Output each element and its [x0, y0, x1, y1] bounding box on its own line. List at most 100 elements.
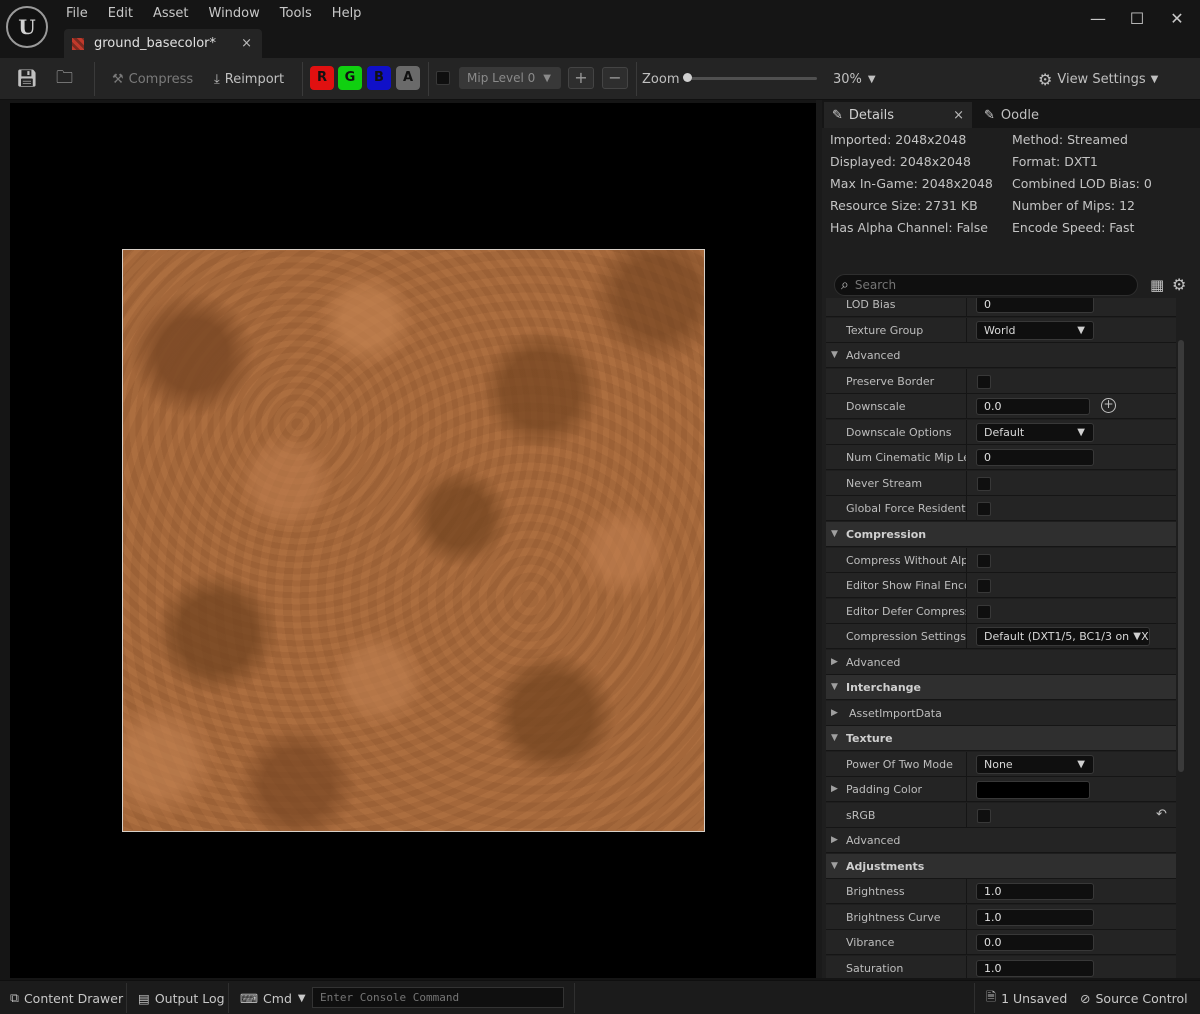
- menu-help[interactable]: Help: [322, 0, 372, 28]
- zoom-slider-handle[interactable]: [683, 73, 692, 82]
- expanded-arrow-icon: ▼: [831, 682, 838, 692]
- collapsed-arrow-icon: ▶: [831, 835, 838, 845]
- never-stream-checkbox[interactable]: [977, 477, 991, 491]
- zoom-label: Zoom: [642, 71, 680, 87]
- prop-srgb: sRGB ↶: [826, 803, 1176, 828]
- menu-window[interactable]: Window: [199, 0, 270, 28]
- mip-level-dropdown[interactable]: Mip Level 0 ▼: [459, 67, 561, 89]
- browse-icon[interactable]: 🗀︎: [56, 58, 73, 100]
- mip-decrease-button[interactable]: −: [602, 67, 628, 89]
- reimport-button[interactable]: ⤓ Reimport: [214, 58, 284, 100]
- toolbar: 💾︎ 🗀︎ ⚒ Compress ⤓ Reimport R G B A Mip …: [0, 58, 1200, 100]
- texture-info: Imported: 2048x2048 Displayed: 2048x2048…: [822, 128, 1200, 268]
- zoom-slider[interactable]: [687, 77, 817, 80]
- category-texture[interactable]: ▼ Texture: [826, 726, 1176, 751]
- editor-show-final-encode-checkbox[interactable]: [977, 579, 991, 593]
- source-control-button[interactable]: ⊘ Source Control: [1080, 981, 1188, 1014]
- cmd-dropdown[interactable]: ⌨ Cmd ▼: [240, 981, 306, 1014]
- menu-bar: File Edit Asset Window Tools Help: [56, 0, 371, 28]
- prop-brightness: Brightness 1.0: [826, 879, 1176, 904]
- content-drawer-button[interactable]: ⧉ Content Drawer: [10, 981, 123, 1014]
- tab-details[interactable]: ✎ Details ×: [824, 102, 972, 128]
- expanded-arrow-icon: ▼: [831, 350, 838, 360]
- collapsed-arrow-icon[interactable]: ▶: [831, 777, 838, 802]
- details-scrollbar[interactable]: [1178, 340, 1184, 772]
- info-displayed: Displayed: 2048x2048: [830, 154, 971, 169]
- lod-bias-field[interactable]: 0: [976, 298, 1094, 313]
- menu-edit[interactable]: Edit: [98, 0, 143, 28]
- prop-downscale: Downscale 0.0 +: [826, 394, 1176, 419]
- texture-preview: [122, 249, 705, 832]
- vibrance-field[interactable]: 0.0: [976, 934, 1094, 951]
- reset-to-default-icon[interactable]: ↶: [1156, 807, 1167, 822]
- texture-group-dropdown[interactable]: World ▼: [976, 321, 1094, 340]
- channel-b-toggle[interactable]: B: [367, 66, 391, 90]
- channel-r-toggle[interactable]: R: [310, 66, 334, 90]
- prop-vibrance: Vibrance 0.0: [826, 930, 1176, 955]
- group-asset-import-data[interactable]: ▶ AssetImportData: [826, 701, 1176, 726]
- chevron-down-icon: ▼: [1077, 427, 1085, 438]
- settings-gear-icon[interactable]: ⚙: [1172, 275, 1186, 294]
- editor-defer-compression-checkbox[interactable]: [977, 605, 991, 619]
- padding-color-swatch[interactable]: [976, 781, 1090, 799]
- close-window-button[interactable]: ✕: [1165, 8, 1189, 30]
- minimize-button[interactable]: —: [1086, 8, 1110, 30]
- chevron-down-icon: ▼: [1077, 759, 1085, 770]
- tab-close-icon[interactable]: ×: [953, 108, 964, 123]
- maximize-button[interactable]: ☐: [1125, 8, 1149, 30]
- prop-texture-group: Texture Group World ▼: [826, 318, 1176, 343]
- srgb-checkbox[interactable]: [977, 809, 991, 823]
- category-interchange[interactable]: ▼ Interchange: [826, 675, 1176, 700]
- downscale-options-dropdown[interactable]: Default ▼: [976, 423, 1094, 442]
- status-bar: ⧉ Content Drawer ▤ Output Log ⌨ Cmd ▼ 🗎︎…: [0, 980, 1200, 1014]
- search-input[interactable]: [854, 278, 1115, 292]
- output-log-button[interactable]: ▤ Output Log: [138, 981, 225, 1014]
- info-max-in-game: Max In-Game: 2048x2048: [830, 176, 993, 191]
- saturation-field[interactable]: 1.0: [976, 960, 1094, 977]
- tab-oodle[interactable]: ✎ Oodle: [978, 102, 1098, 128]
- brightness-curve-field[interactable]: 1.0: [976, 909, 1094, 926]
- compress-button[interactable]: ⚒ Compress: [112, 58, 193, 100]
- power-of-two-mode-dropdown[interactable]: None ▼: [976, 755, 1094, 774]
- tab-close-icon[interactable]: ×: [241, 36, 252, 51]
- save-icon[interactable]: 💾︎: [16, 58, 38, 100]
- group-advanced-compression[interactable]: ▶ Advanced: [826, 650, 1176, 675]
- compress-icon: ⚒: [112, 71, 124, 87]
- menu-asset[interactable]: Asset: [143, 0, 199, 28]
- menu-file[interactable]: File: [56, 0, 98, 28]
- pencil-icon: ✎: [832, 107, 843, 123]
- info-imported: Imported: 2048x2048: [830, 132, 967, 147]
- mip-checkbox[interactable]: [436, 71, 450, 85]
- mip-increase-button[interactable]: +: [568, 67, 594, 89]
- texture-viewport[interactable]: [10, 103, 816, 978]
- prop-never-stream: Never Stream: [826, 471, 1176, 496]
- unsaved-button[interactable]: 🗎︎ 1 Unsaved: [986, 981, 1067, 1014]
- channel-a-toggle[interactable]: A: [396, 66, 420, 90]
- search-icon: ⌕: [841, 277, 849, 293]
- panel-tabs: ✎ Details × ✎ Oodle: [822, 100, 1200, 128]
- info-resource-size: Resource Size: 2731 KB: [830, 198, 978, 213]
- preserve-border-checkbox[interactable]: [977, 375, 991, 389]
- compress-without-alpha-checkbox[interactable]: [977, 554, 991, 568]
- asset-tab[interactable]: ground_basecolor* ×: [64, 29, 262, 58]
- downscale-field[interactable]: 0.0: [976, 398, 1090, 415]
- group-advanced[interactable]: ▼ Advanced: [826, 343, 1176, 368]
- search-box: ⌕: [834, 274, 1138, 296]
- gear-icon: ⚙: [1038, 69, 1053, 89]
- add-override-icon[interactable]: +: [1101, 398, 1116, 413]
- brightness-field[interactable]: 1.0: [976, 883, 1094, 900]
- menu-tools[interactable]: Tools: [270, 0, 322, 28]
- collapsed-arrow-icon: ▶: [831, 657, 838, 667]
- channel-g-toggle[interactable]: G: [338, 66, 362, 90]
- unreal-logo-icon[interactable]: U: [6, 6, 48, 48]
- view-settings-button[interactable]: ⚙ View Settings ▼: [1038, 58, 1158, 100]
- zoom-value-dropdown[interactable]: 30% ▼: [833, 58, 876, 100]
- group-advanced-texture[interactable]: ▶ Advanced: [826, 828, 1176, 853]
- compression-settings-dropdown[interactable]: Default (DXT1/5, BC1/3 on DX ▼: [976, 627, 1150, 646]
- num-cinematic-mip-field[interactable]: 0: [976, 449, 1094, 466]
- console-command-input[interactable]: [312, 987, 564, 1008]
- global-force-resident-checkbox[interactable]: [977, 502, 991, 516]
- table-view-icon[interactable]: ▦: [1150, 276, 1164, 294]
- category-compression[interactable]: ▼ Compression: [826, 522, 1176, 547]
- category-adjustments[interactable]: ▼ Adjustments: [826, 854, 1176, 879]
